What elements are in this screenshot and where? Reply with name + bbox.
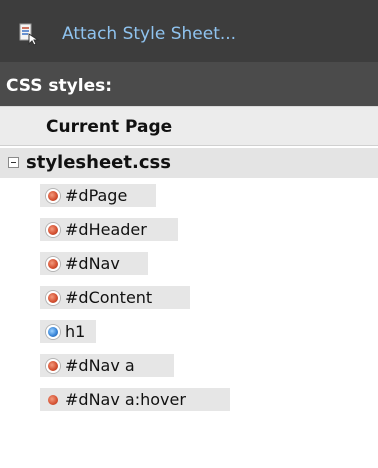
rule-selector: #dNav a [65, 356, 135, 375]
id-rule-icon [46, 291, 60, 305]
id-rule-icon [46, 359, 60, 373]
attach-stylesheet-icon[interactable] [17, 22, 41, 46]
rule-selector: #dNav [65, 254, 120, 273]
id-rule-icon [46, 223, 60, 237]
stylesheet-name: stylesheet.css [26, 152, 171, 173]
attach-toolbar: Attach Style Sheet... [0, 0, 378, 62]
rule-selector: #dHeader [65, 220, 147, 239]
stylesheet-row[interactable]: stylesheet.css [0, 148, 378, 178]
id-rule-icon [48, 395, 58, 405]
css-styles-title: CSS styles: [0, 62, 378, 106]
collapse-toggle-icon[interactable] [8, 157, 19, 168]
rule-selector: h1 [65, 322, 86, 341]
rule-selector: #dPage [65, 186, 128, 205]
rule-selector: #dContent [65, 288, 153, 307]
id-rule-icon [46, 189, 60, 203]
attach-style-sheet-link[interactable]: Attach Style Sheet... [62, 22, 236, 46]
id-rule-icon [46, 257, 60, 271]
element-rule-icon [46, 325, 60, 339]
current-page-item[interactable]: Current Page [0, 106, 378, 146]
rule-selector: #dNav a:hover [65, 390, 186, 409]
